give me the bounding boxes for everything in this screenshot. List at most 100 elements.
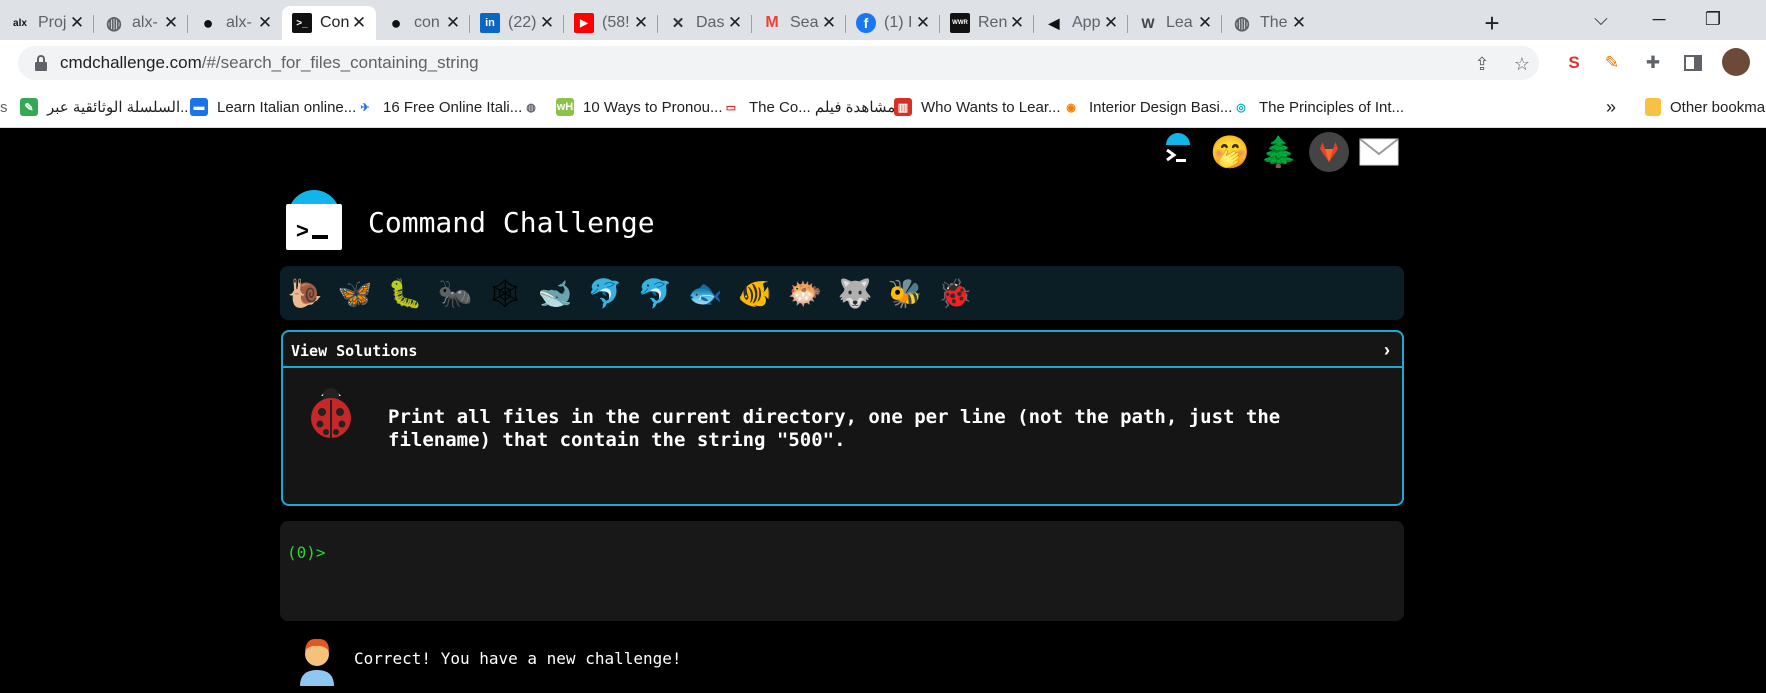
green-note-icon: ✎ <box>20 98 38 116</box>
whale-icon[interactable]: 🐋 <box>536 274 574 312</box>
close-tab-icon[interactable]: ✕ <box>256 13 274 33</box>
ant-icon[interactable]: 🐜 <box>436 274 474 312</box>
minimize-icon[interactable]: ─ <box>1636 4 1682 34</box>
dolphin-icon[interactable]: 🐬 <box>636 274 674 312</box>
browser-tab[interactable]: ● con ✕ <box>376 6 470 40</box>
caterpillar-icon[interactable]: 🐛 <box>386 274 424 312</box>
cmdchallenge-home-icon[interactable] <box>1158 132 1198 172</box>
tab-label: Proj <box>38 14 67 31</box>
side-panel-icon[interactable] <box>1682 52 1704 74</box>
close-window-icon[interactable] <box>1740 4 1766 34</box>
feedback-message: Correct! You have a new challenge! <box>354 649 682 668</box>
person-avatar-icon <box>296 634 338 686</box>
tab-label: Ren <box>978 14 1008 31</box>
other-bookmarks-folder[interactable]: Other bookma <box>1645 96 1765 118</box>
browser-tab[interactable]: ◍ The ✕ <box>1222 6 1316 40</box>
blue-flag-icon: ▬ <box>190 98 208 116</box>
ladybug-icon <box>305 384 357 440</box>
bookmarks-bar: s ✎ السلسلة الوثائقية عبر... ▬ Learn Italia… <box>0 86 1766 128</box>
snail-icon[interactable]: 🐌 <box>286 274 324 312</box>
address-bar[interactable]: cmdchallenge.com/#/search_for_files_cont… <box>18 46 1539 80</box>
bookmark-label: Who Wants to Lear... <box>921 98 1061 116</box>
challenge-panel: View Solutions › Print all files in the … <box>281 330 1404 506</box>
browser-tab[interactable]: M Sea ✕ <box>752 6 846 40</box>
close-tab-icon[interactable]: ✕ <box>914 13 932 33</box>
browser-tab[interactable]: ● alx- ✕ <box>188 6 282 40</box>
browser-tab[interactable]: W Lea ✕ <box>1128 6 1222 40</box>
tab-label: con <box>414 14 440 31</box>
bookmark-label: The Principles of Int... <box>1259 98 1405 116</box>
close-tab-icon[interactable]: ✕ <box>726 13 744 33</box>
terminal-prompt: (0)> <box>287 543 326 562</box>
extensions-puzzle-icon[interactable]: ✚ <box>1642 52 1664 74</box>
dolphin-icon[interactable]: 🐬 <box>586 274 624 312</box>
bookmark-item[interactable]: ▬ Learn Italian online... <box>190 96 356 118</box>
tab-label: Das <box>696 14 725 31</box>
browser-tab[interactable]: WWR Ren ✕ <box>940 6 1034 40</box>
close-tab-icon[interactable]: ✕ <box>68 13 86 33</box>
view-solutions-header[interactable]: View Solutions › <box>283 332 1402 368</box>
close-tab-icon[interactable]: ✕ <box>1008 13 1026 33</box>
bookmark-item[interactable]: ▥ Who Wants to Lear... <box>894 96 1061 118</box>
browser-tab[interactable]: ▶ (58! ✕ <box>564 6 658 40</box>
close-tab-icon[interactable]: ✕ <box>162 13 180 33</box>
browser-tab[interactable]: f (1) I ✕ <box>846 6 940 40</box>
fish-icon[interactable]: 🐟 <box>686 274 724 312</box>
tropical-fish-icon[interactable]: 🐠 <box>736 274 774 312</box>
bookmark-item[interactable]: ◎ The Principles of Int... <box>1232 96 1404 118</box>
bookmark-item[interactable]: ◍ <box>522 96 549 118</box>
bookmark-item[interactable]: wH 10 Ways to Pronou... <box>556 96 723 118</box>
wolf-icon[interactable]: 🐺 <box>836 274 874 312</box>
bookmark-label: Learn Italian online... <box>217 98 357 116</box>
blowfish-icon[interactable]: 🐡 <box>786 274 824 312</box>
face-with-hand-icon[interactable]: 🤭 <box>1210 132 1250 172</box>
close-tab-icon[interactable]: ✕ <box>538 13 556 33</box>
browser-tab[interactable]: ◍ alx- ✕ <box>94 6 188 40</box>
chevron-right-icon[interactable]: › <box>1384 340 1390 361</box>
extension-s-icon[interactable]: S <box>1563 52 1585 74</box>
profile-avatar[interactable] <box>1722 48 1750 76</box>
bookmark-item[interactable]: ✈ 16 Free Online Itali... <box>356 96 522 118</box>
terminal-icon: >_ <box>292 13 312 33</box>
view-solutions-label[interactable]: View Solutions <box>291 342 417 360</box>
bookmark-star-icon[interactable]: ☆ <box>1512 54 1532 74</box>
close-tab-icon[interactable]: ✕ <box>1196 13 1214 33</box>
tree-icon[interactable]: 🌲 <box>1259 132 1299 172</box>
browser-tab[interactable]: alx Proj ✕ <box>0 6 94 40</box>
play-icon: ◉ <box>1066 101 1076 114</box>
bookmark-label: Interior Design Basi... <box>1089 98 1233 116</box>
share-icon[interactable]: ⇪ <box>1472 54 1492 74</box>
browser-tab[interactable]: in (22) ✕ <box>470 6 564 40</box>
terminal-input[interactable]: (0)> <box>280 521 1404 621</box>
ladybug-icon[interactable]: 🐞 <box>936 274 974 312</box>
browser-tab[interactable]: >_ Con ✕ <box>282 6 376 40</box>
globe-icon: ◍ <box>106 12 122 33</box>
restore-icon[interactable]: ❐ <box>1690 4 1736 34</box>
close-tab-icon[interactable]: ✕ <box>1102 13 1120 33</box>
site-icon: ▭ <box>725 101 737 114</box>
butterfly-icon[interactable]: 🦋 <box>336 274 374 312</box>
close-tab-icon[interactable]: ✕ <box>632 13 650 33</box>
spiderweb-icon[interactable]: 🕸 <box>486 274 524 312</box>
bookmark-label: The Co... مشاهدة فيلم <box>749 99 896 116</box>
color-picker-icon[interactable]: ✎ <box>1601 52 1623 74</box>
lock-icon[interactable] <box>34 55 48 71</box>
close-tab-icon[interactable]: ✕ <box>820 13 838 33</box>
bookmark-item[interactable]: ◉ Interior Design Basi... <box>1062 96 1232 118</box>
bee-icon[interactable]: 🐝 <box>886 274 924 312</box>
map-icon: ✈ <box>360 101 370 114</box>
wwr-icon: WWR <box>950 13 970 33</box>
close-tab-icon[interactable]: ✕ <box>1290 13 1308 33</box>
bookmark-item[interactable]: ✎ السلسلة الوثائقية عبر... <box>20 96 193 118</box>
gitlab-icon[interactable] <box>1309 132 1349 172</box>
browser-tab[interactable]: ✕ Das ✕ <box>658 6 752 40</box>
browser-tab[interactable]: ◀ App ✕ <box>1034 6 1128 40</box>
bookmark-item[interactable]: ▭ The Co... مشاهدة فيلم <box>722 96 896 118</box>
email-icon[interactable] <box>1359 132 1399 172</box>
tab-search-icon[interactable]: ⌵ <box>1578 4 1624 34</box>
close-tab-icon[interactable]: ✕ <box>444 13 462 33</box>
close-tab-icon[interactable]: ✕ <box>350 13 368 33</box>
new-tab-button[interactable]: + <box>1472 6 1512 40</box>
url-text[interactable]: cmdchallenge.com/#/search_for_files_cont… <box>60 53 479 73</box>
more-bookmarks-button[interactable]: » <box>1606 96 1616 118</box>
